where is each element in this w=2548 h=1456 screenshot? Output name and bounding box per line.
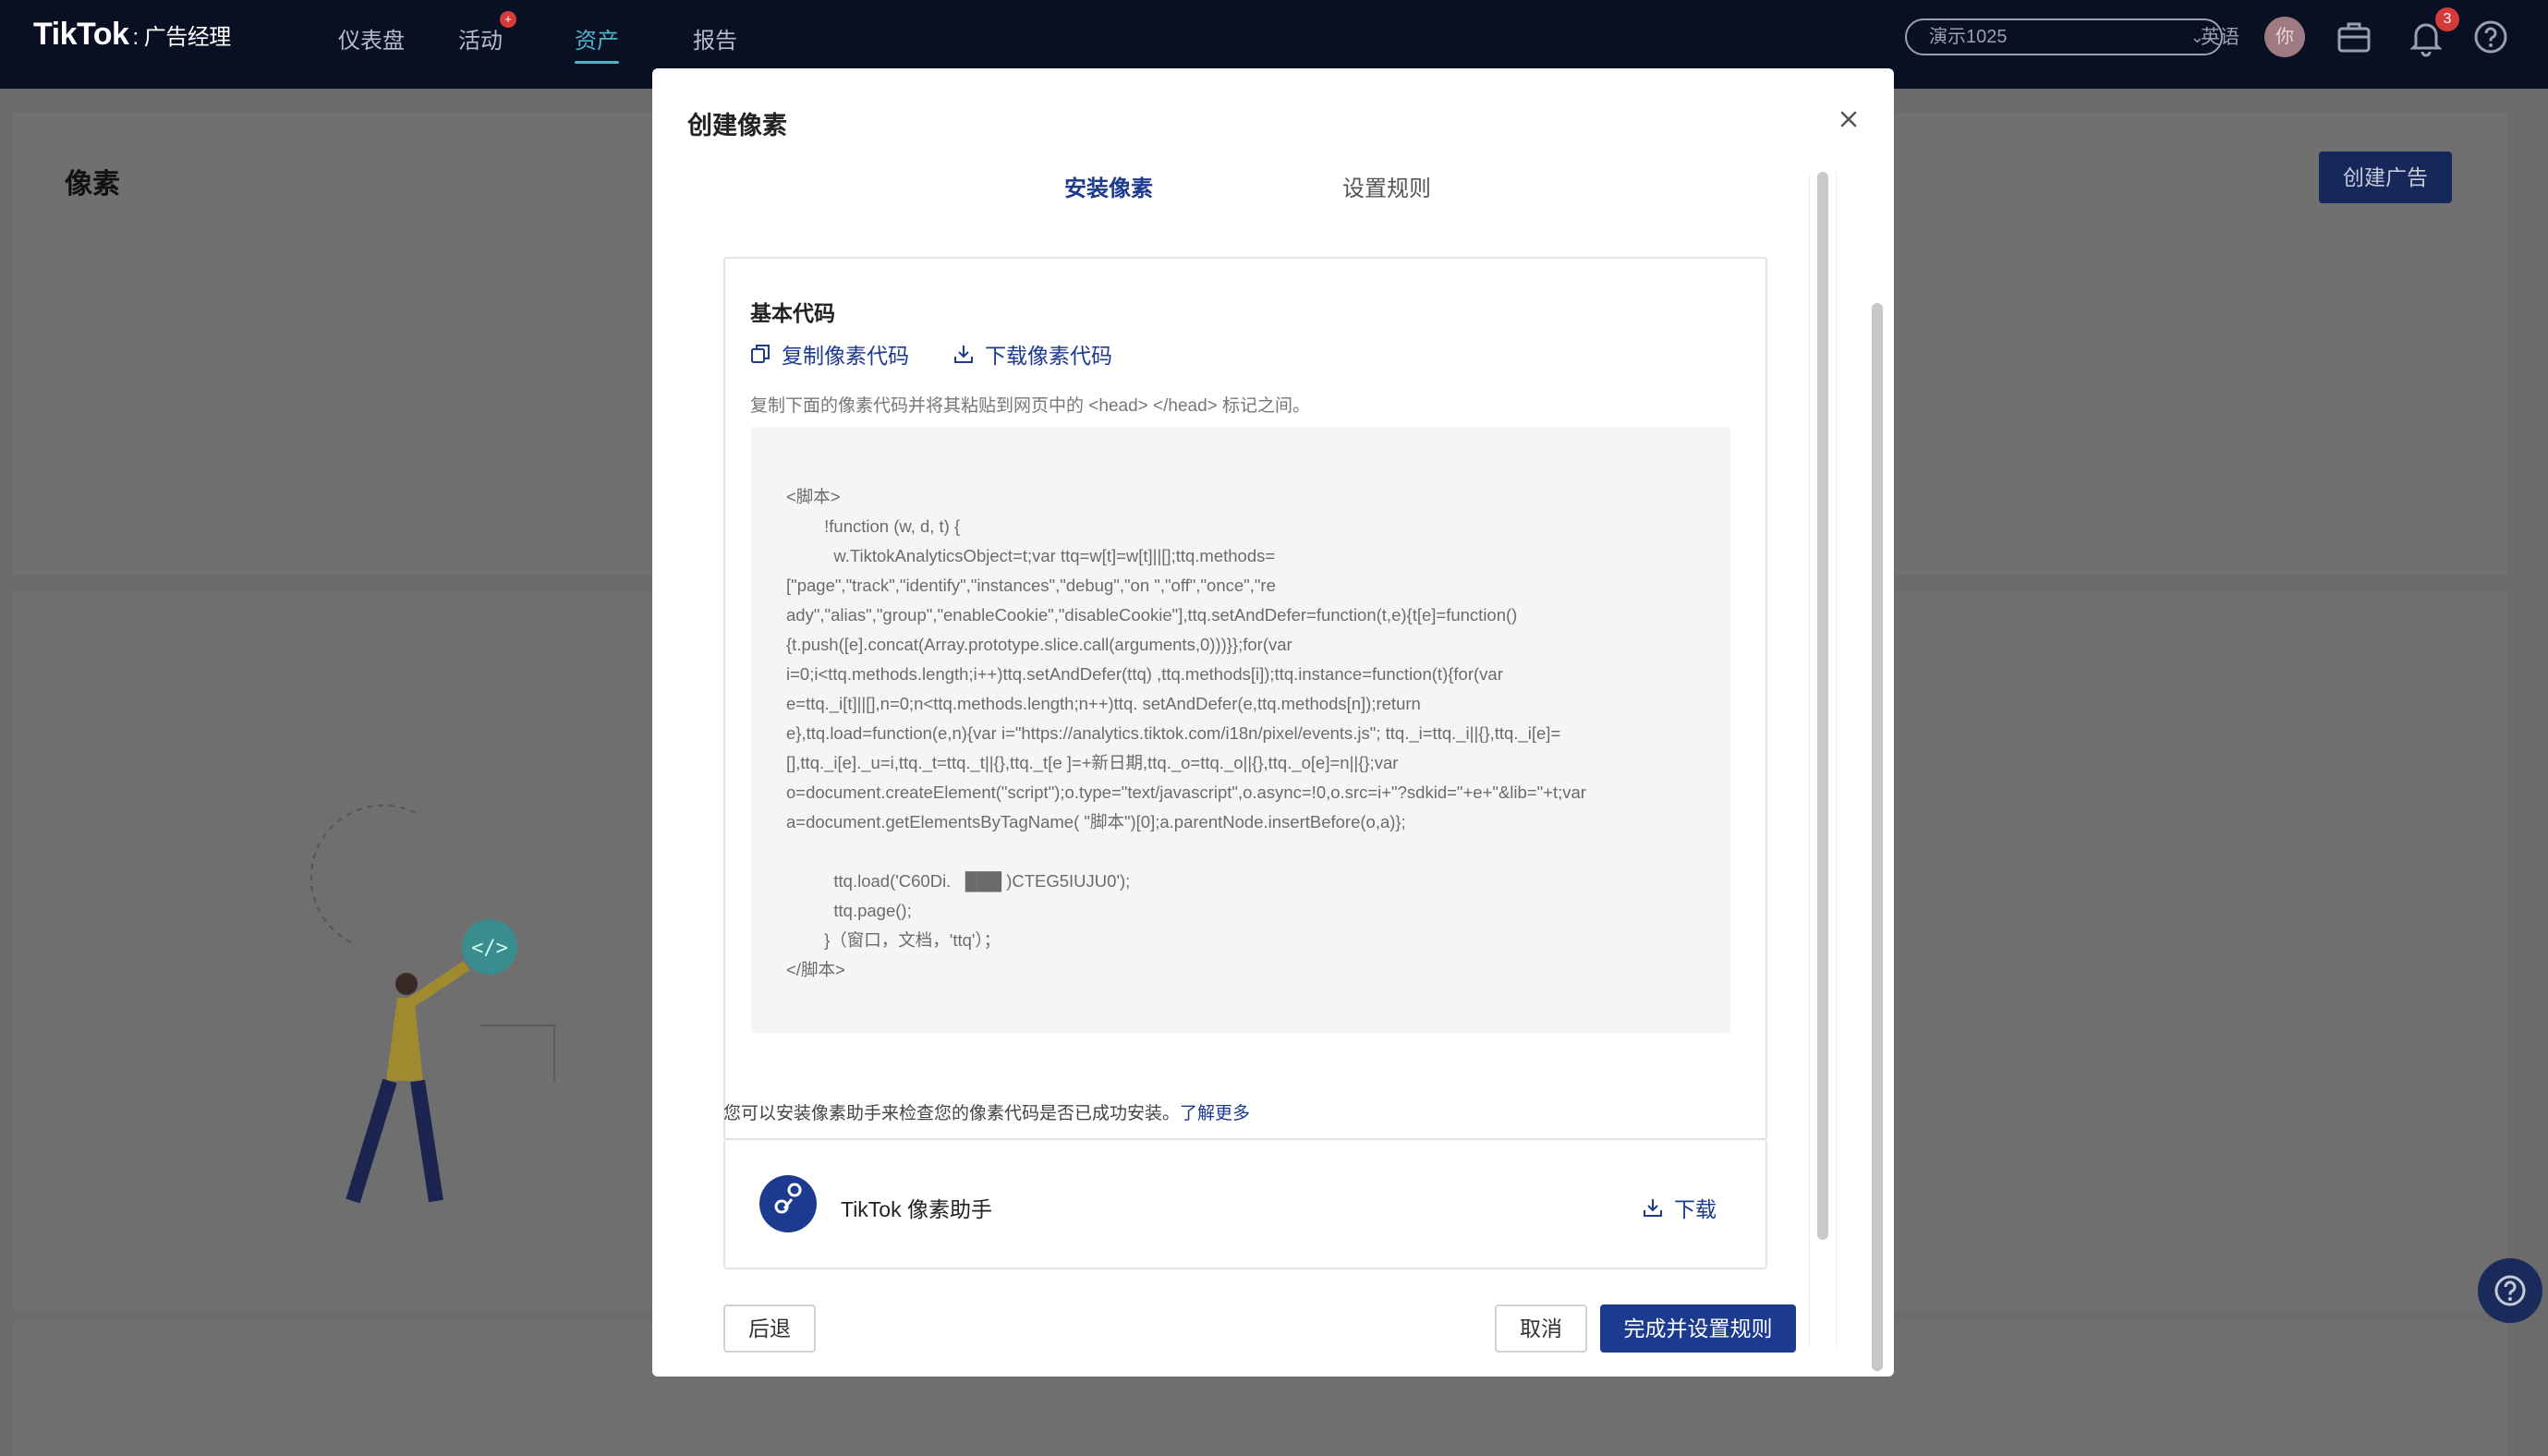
modal-title: 创建像素	[687, 112, 787, 140]
create-ad-button[interactable]: 创建广告	[2319, 152, 2452, 203]
assistant-hint: 您可以安装像素助手来检查您的像素代码是否已成功安装。了解更多	[723, 1104, 1251, 1123]
help-icon	[2494, 1275, 2526, 1306]
nav-reports[interactable]: 报告	[693, 22, 737, 55]
cancel-button[interactable]: 取消	[1495, 1304, 1587, 1353]
nav-dashboard[interactable]: 仪表盘	[338, 22, 405, 55]
empty-state-illustration: </>	[309, 804, 555, 1204]
campaigns-badge-icon: +	[500, 11, 516, 28]
finish-and-set-rules-button[interactable]: 完成并设置规则	[1600, 1304, 1796, 1353]
tab-install-pixel[interactable]: 安装像素	[1064, 170, 1153, 202]
copy-icon	[751, 345, 770, 363]
download-icon	[1644, 1199, 1662, 1217]
learn-more-link[interactable]: 了解更多	[1180, 1104, 1250, 1123]
assistant-download-button[interactable]: 下载	[1643, 1192, 1717, 1223]
close-icon[interactable]	[1831, 102, 1866, 137]
svg-text:</>: </>	[471, 937, 508, 960]
paste-instruction: 复制下面的像素代码并将其粘贴到网页中的 <head> </head> 标记之间。	[750, 396, 1311, 416]
pixel-assistant-logo-icon	[759, 1175, 817, 1232]
back-button[interactable]: 后退	[723, 1304, 816, 1353]
help-icon[interactable]	[2470, 17, 2511, 57]
help-chat-button[interactable]	[2478, 1258, 2542, 1323]
nav-assets[interactable]: 资产	[575, 22, 619, 64]
modal-scrollbar[interactable]	[1868, 172, 1887, 1373]
content-scrollbar[interactable]	[1809, 172, 1837, 1347]
avatar[interactable]: 你	[2264, 17, 2305, 57]
page-title: 像素	[65, 169, 120, 200]
nav-campaigns[interactable]: 活动	[458, 22, 503, 55]
pixel-assistant-name: TikTok 像素助手	[841, 1197, 992, 1221]
tab-set-rules[interactable]: 设置规则	[1342, 170, 1431, 202]
download-icon	[954, 346, 973, 363]
base-code-title: 基本代码	[750, 301, 835, 325]
download-pixel-code-button[interactable]: 下载像素代码	[953, 338, 1112, 370]
tiktok-logo[interactable]: TikTok: 广告经理	[33, 17, 231, 53]
pixel-code-text: <脚本> !function (w, d, t) { w.TiktokAnaly…	[786, 487, 1586, 979]
copy-pixel-code-button[interactable]: 复制像素代码	[750, 338, 909, 370]
create-pixel-modal: 创建像素 安装像素 设置规则 基本代码 复制像素代码 下载像素代码 复制下面的像…	[652, 68, 1894, 1377]
language-switch[interactable]: 英语	[2201, 22, 2239, 50]
notification-badge: 3	[2435, 7, 2459, 31]
account-selector[interactable]: 演示1025 ⌄	[1905, 18, 2223, 55]
pixel-code-block[interactable]: <脚本> !function (w, d, t) { w.TiktokAnaly…	[751, 427, 1730, 1033]
briefcase-icon[interactable]	[2334, 17, 2374, 57]
